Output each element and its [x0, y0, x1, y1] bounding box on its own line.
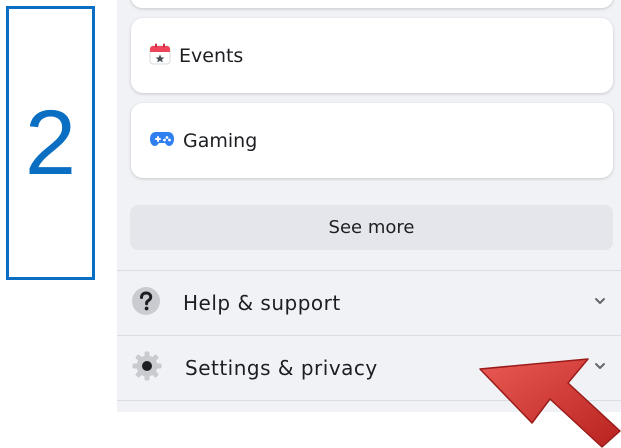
gamepad-icon — [149, 129, 175, 153]
pointer-arrow-icon — [479, 358, 621, 448]
see-more-button[interactable]: See more — [130, 205, 613, 250]
shortcut-gaming[interactable]: Gaming — [131, 103, 613, 178]
settings-privacy-label: Settings & privacy — [185, 356, 378, 380]
chevron-down-icon[interactable] — [592, 293, 608, 309]
step-indicator: 2 — [6, 6, 95, 280]
previous-card[interactable] — [131, 0, 613, 8]
help-support-row[interactable]: Help & support — [117, 271, 621, 335]
shortcut-events[interactable]: Events — [131, 18, 613, 93]
step-number: 2 — [24, 92, 77, 194]
gear-icon — [131, 350, 163, 386]
question-icon — [131, 286, 161, 320]
calendar-icon — [149, 43, 171, 69]
help-support-label: Help & support — [183, 291, 341, 315]
shortcut-label: Events — [179, 44, 244, 67]
menu-panel: Events Gaming See more Help & support Se… — [117, 0, 621, 412]
shortcut-label: Gaming — [183, 129, 258, 152]
